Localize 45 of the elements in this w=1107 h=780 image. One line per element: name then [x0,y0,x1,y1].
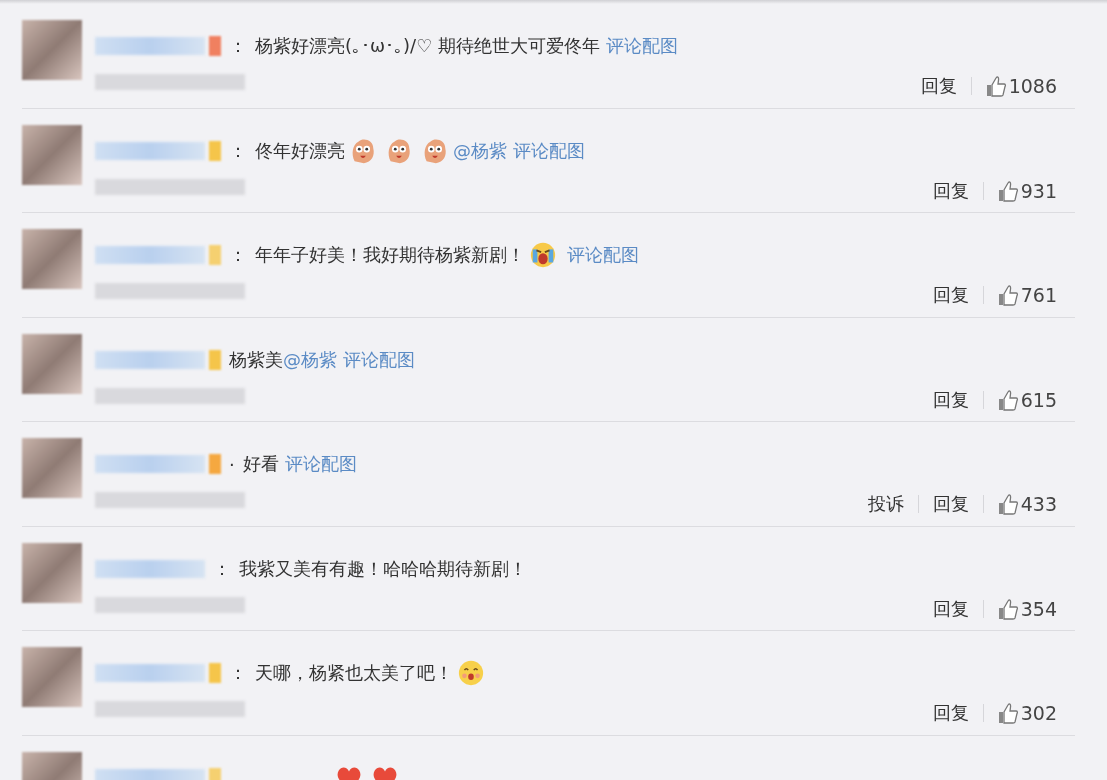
comment-text: ： 我紫又美有有趣！哈哈哈期待新剧！ [213,556,527,581]
comment-text: 杨紫美@杨紫 评论配图 [229,347,415,372]
like-button[interactable]: 615 [997,388,1057,411]
blurred-username[interactable] [95,350,205,369]
thumbs-up-icon [997,284,1018,306]
avatar-placeholder[interactable] [22,333,82,394]
blurred-username[interactable] [95,37,205,55]
comment-action-link[interactable]: 回复 [932,492,969,516]
avatar-placeholder[interactable] [22,229,82,289]
avatar-placeholder[interactable] [22,438,82,498]
like-button[interactable]: 761 [997,284,1057,306]
comment-text: ： 天哪，杨紧也太美了吧！ [229,659,489,687]
smiling-face-icon [457,659,485,687]
like-button[interactable]: 433 [997,493,1057,515]
blurred-username[interactable] [95,664,205,682]
like-button[interactable]: 931 [997,179,1057,202]
avatar-placeholder[interactable] [22,124,82,185]
thumbs-up-icon [997,179,1018,202]
comment-action-link[interactable]: 投诉 [867,492,904,516]
thumbs-up-icon [997,493,1018,515]
like-button[interactable]: 354 [997,597,1057,620]
comment-action-link[interactable]: 回复 [932,178,969,203]
comment-text: ： 杨紫好漂亮(｡･ω･｡)/♡ 期待绝世大可爱佟年 评论配图 [229,34,679,58]
avatar-placeholder[interactable] [22,542,82,603]
crying-face-icon [529,241,557,269]
blurred-username[interactable] [95,246,205,264]
thumbs-up-icon [997,597,1018,620]
blurred-username[interactable] [95,455,205,473]
comment-action-link[interactable]: 回复 [932,387,969,412]
blurred-username[interactable] [95,559,205,578]
thumbs-up-icon [985,75,1006,97]
like-button[interactable]: 1086 [985,75,1057,97]
comment-action-link[interactable]: 回复 [932,596,969,621]
thumbs-up-icon [997,388,1018,411]
comment-text: · 好看 评论配图 [229,452,357,476]
avatar-placeholder[interactable] [22,20,82,80]
blurred-username[interactable] [95,141,205,160]
comment-text: ： 佟年好漂亮 @杨紫 评论配图 [229,136,585,165]
comment-action-link[interactable]: 回复 [920,74,957,98]
thumbs-up-icon [997,702,1018,724]
comment-text: ： 年年子好美！我好期待杨紫新剧！ 评论配图 [229,241,639,269]
comment-action-link[interactable]: 回复 [932,283,969,307]
like-button[interactable]: 302 [997,702,1057,724]
comment-action-link[interactable]: 回复 [932,701,969,725]
avatar-placeholder[interactable] [22,647,82,707]
